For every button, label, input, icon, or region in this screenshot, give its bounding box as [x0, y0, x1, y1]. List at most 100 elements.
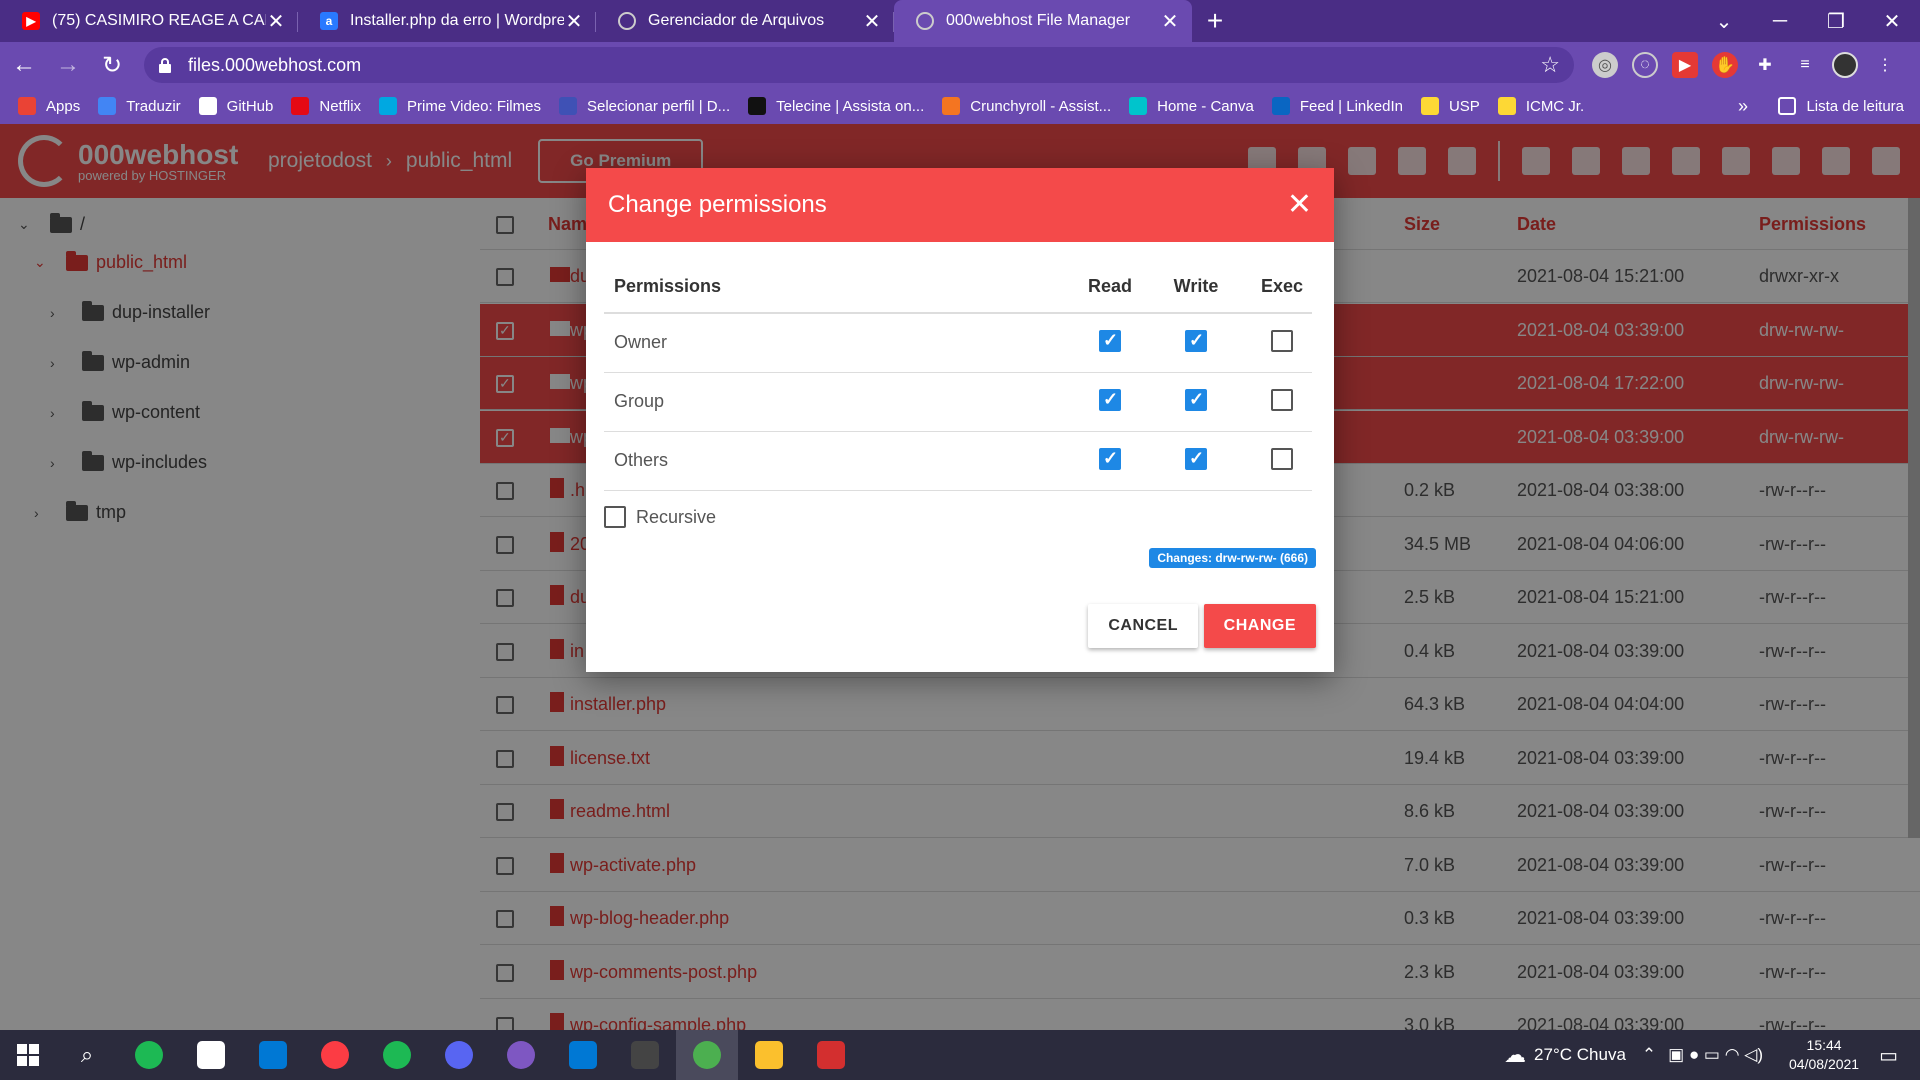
permission-cell [1252, 389, 1312, 418]
tab-close-icon[interactable]: ✕ [564, 9, 584, 34]
change-button[interactable]: CHANGE [1203, 604, 1316, 648]
more-bookmarks-icon[interactable]: » [1738, 88, 1748, 124]
exec-checkbox[interactable] [1271, 330, 1293, 352]
close-icon[interactable]: ✕ [1287, 190, 1312, 220]
spotify-icon [383, 1041, 411, 1069]
new-tab-button[interactable]: + [1192, 0, 1238, 42]
write-checkbox[interactable] [1185, 330, 1207, 352]
bookmark-label: Apps [46, 97, 81, 115]
reading-list-label: Lista de leitura [1806, 97, 1904, 115]
browser-tab[interactable]: ▶ (75) CASIMIRO REAGE A CARIOCA✕ [0, 0, 298, 42]
bookmark-item[interactable]: Prime Video: Filmes [379, 97, 541, 115]
taskbar-app[interactable] [800, 1030, 862, 1080]
reading-list-button[interactable]: Lista de leitura [1778, 97, 1904, 115]
recursive-label: Recursive [636, 506, 717, 527]
bookmark-item[interactable]: Traduzir [98, 97, 181, 115]
taskbar-app[interactable] [118, 1030, 180, 1080]
bookmark-item[interactable]: USP [1420, 97, 1480, 115]
extension-icon[interactable]: ◌ [1632, 52, 1658, 78]
recursive-option[interactable]: Recursive [604, 506, 716, 528]
taskbar-app[interactable] [552, 1030, 614, 1080]
dialog-header: Change permissions ✕ [586, 168, 1334, 242]
bookmark-item[interactable]: Telecine | Assista on... [748, 97, 924, 115]
browser-tab[interactable]: 000webhost File Manager ✕ [894, 0, 1192, 42]
media-queue-icon[interactable]: ≡ [1792, 52, 1818, 78]
extensions-puzzle-icon[interactable]: ✚ [1752, 52, 1778, 78]
chevron-up-icon[interactable]: ⌃ [1642, 1045, 1656, 1065]
minimize-button[interactable]: ─ [1752, 10, 1808, 33]
clock[interactable]: 15:44 04/08/2021 [1789, 1036, 1859, 1074]
read-checkbox[interactable] [1099, 330, 1121, 352]
forward-button[interactable]: → [48, 45, 88, 85]
read-checkbox[interactable] [1099, 389, 1121, 411]
browser-tab-strip: ▶(75) CASIMIRO REAGE A CARIOCA✕aInstalle… [0, 0, 1920, 42]
bookmark-item[interactable]: Netflix [291, 97, 361, 115]
permission-cell [1080, 448, 1140, 477]
window-controls: ⌄ ─ ❐ ✕ [1696, 0, 1920, 42]
permission-cell [1080, 330, 1140, 359]
bookmark-item[interactable]: Crunchyroll - Assist... [942, 97, 1111, 115]
vscode-icon [569, 1041, 597, 1069]
tab-search-icon[interactable]: ⌄ [1696, 9, 1752, 34]
bookmark-item[interactable]: ICMC Jr. [1497, 97, 1584, 115]
browser-tab[interactable]: Gerenciador de Arquivos ✕ [596, 0, 894, 42]
exec-checkbox[interactable] [1271, 448, 1293, 470]
read-checkbox[interactable] [1099, 448, 1121, 470]
weather-text[interactable]: 27°C Chuva [1534, 1045, 1626, 1065]
search-button[interactable]: ⌕ [56, 1030, 118, 1080]
header-write: Write [1173, 276, 1219, 296]
close-window-button[interactable]: ✕ [1864, 9, 1920, 34]
maximize-button[interactable]: ❐ [1808, 9, 1864, 34]
bookmark-item[interactable]: GitHub [198, 97, 273, 115]
url-text: files.000webhost.com [188, 54, 362, 75]
notifications-icon[interactable]: ▭ [1879, 1043, 1898, 1068]
tray-icons[interactable]: ▣ ● ▭ ◠ ◁) [1668, 1045, 1763, 1065]
bookmark-icon [748, 97, 767, 115]
start-button[interactable] [0, 1030, 56, 1080]
taskbar-app[interactable] [614, 1030, 676, 1080]
extension-icon[interactable]: ▶ [1672, 52, 1698, 78]
change-permissions-dialog: Change permissions ✕ Permissions Read Wr… [586, 168, 1334, 672]
back-button[interactable]: ← [4, 45, 44, 85]
exec-checkbox[interactable] [1271, 389, 1293, 411]
taskbar-app[interactable] [738, 1030, 800, 1080]
extension-icon[interactable]: ✋ [1712, 52, 1738, 78]
bookmark-item[interactable]: Selecionar perfil | D... [558, 97, 731, 115]
taskbar-app[interactable] [180, 1030, 242, 1080]
tab-close-icon[interactable]: ✕ [266, 9, 286, 34]
browser-tab[interactable]: a Installer.php da erro | Wordpress ✕ [298, 0, 596, 42]
extension-icon[interactable]: ◎ [1592, 52, 1618, 78]
bookmark-icon [18, 97, 36, 115]
taskbar-app[interactable] [428, 1030, 490, 1080]
profile-avatar[interactable] [1832, 52, 1858, 78]
taskbar-app[interactable] [490, 1030, 552, 1080]
reload-button[interactable]: ↻ [92, 45, 132, 85]
bookmark-item[interactable]: Apps [18, 97, 80, 115]
tab-close-icon[interactable]: ✕ [862, 9, 882, 34]
menu-kebab-icon[interactable]: ⋮ [1872, 52, 1898, 78]
write-checkbox[interactable] [1185, 448, 1207, 470]
write-checkbox[interactable] [1185, 389, 1207, 411]
bookmark-item[interactable]: Feed | LinkedIn [1271, 97, 1403, 115]
bookmarks-bar: Apps Traduzir GitHub Netflix Prime Video: Fi… [0, 88, 1920, 124]
permission-label: Owner [614, 332, 668, 352]
taskbar-app[interactable] [676, 1030, 738, 1080]
header-permissions: Permissions [614, 276, 722, 296]
bookmark-label: Selecionar perfil | D... [586, 97, 731, 115]
terminal-icon [631, 1041, 659, 1069]
taskbar-app[interactable] [304, 1030, 366, 1080]
permission-row-owner: Owner [604, 314, 1312, 373]
bookmark-label: Telecine | Assista on... [776, 97, 925, 115]
bookmark-item[interactable]: Home - Canva [1129, 97, 1254, 115]
tab-close-icon[interactable]: ✕ [1160, 9, 1180, 34]
extension-icons: ◎ ◌ ▶ ✋ ✚ ≡ ⋮ [1592, 52, 1898, 78]
taskbar-app[interactable] [242, 1030, 304, 1080]
address-bar[interactable]: files.000webhost.com ☆ [144, 47, 1574, 83]
bookmark-icon [942, 97, 961, 115]
cancel-button[interactable]: CANCEL [1088, 604, 1198, 648]
bookmark-star-icon[interactable]: ☆ [1540, 52, 1560, 78]
dialog-title: Change permissions [608, 191, 827, 218]
bookmark-icon [1129, 97, 1148, 115]
recursive-checkbox[interactable] [604, 506, 626, 528]
taskbar-app[interactable] [366, 1030, 428, 1080]
